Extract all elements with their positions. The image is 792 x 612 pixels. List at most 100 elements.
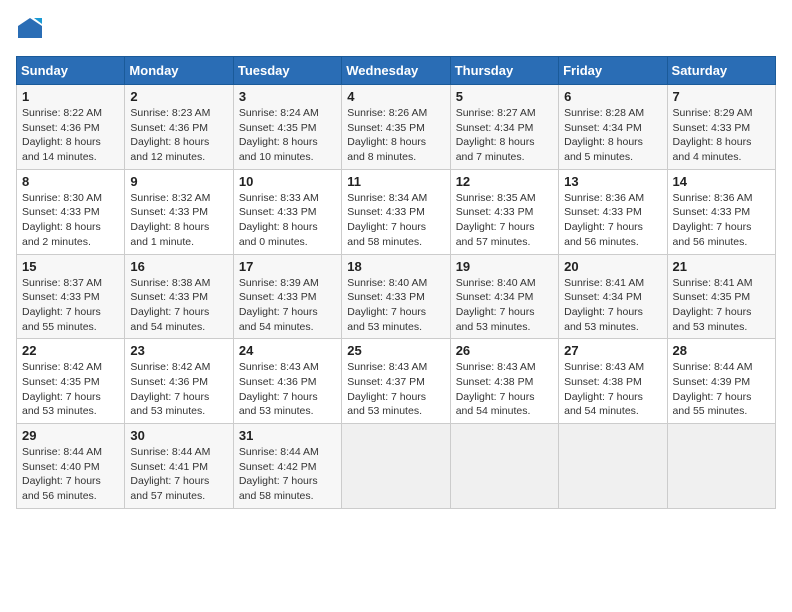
calendar-cell: 12 Sunrise: 8:35 AMSunset: 4:33 PMDaylig… — [450, 169, 558, 254]
calendar-cell: 10 Sunrise: 8:33 AMSunset: 4:33 PMDaylig… — [233, 169, 341, 254]
calendar-cell: 18 Sunrise: 8:40 AMSunset: 4:33 PMDaylig… — [342, 254, 450, 339]
calendar-cell: 29 Sunrise: 8:44 AMSunset: 4:40 PMDaylig… — [17, 424, 125, 509]
calendar-cell: 14 Sunrise: 8:36 AMSunset: 4:33 PMDaylig… — [667, 169, 775, 254]
day-info: Sunrise: 8:44 AMSunset: 4:40 PMDaylight:… — [22, 446, 102, 502]
day-number: 31 — [239, 428, 336, 443]
day-number: 5 — [456, 89, 553, 104]
calendar-cell: 20 Sunrise: 8:41 AMSunset: 4:34 PMDaylig… — [559, 254, 667, 339]
col-header-thursday: Thursday — [450, 57, 558, 85]
day-number: 6 — [564, 89, 661, 104]
calendar-cell: 26 Sunrise: 8:43 AMSunset: 4:38 PMDaylig… — [450, 339, 558, 424]
day-number: 14 — [673, 174, 770, 189]
day-number: 30 — [130, 428, 227, 443]
calendar-cell: 2 Sunrise: 8:23 AMSunset: 4:36 PMDayligh… — [125, 85, 233, 170]
day-info: Sunrise: 8:39 AMSunset: 4:33 PMDaylight:… — [239, 277, 319, 333]
calendar-cell: 15 Sunrise: 8:37 AMSunset: 4:33 PMDaylig… — [17, 254, 125, 339]
calendar-cell — [342, 424, 450, 509]
col-header-wednesday: Wednesday — [342, 57, 450, 85]
day-info: Sunrise: 8:27 AMSunset: 4:34 PMDaylight:… — [456, 107, 536, 163]
day-number: 18 — [347, 259, 444, 274]
calendar-cell: 27 Sunrise: 8:43 AMSunset: 4:38 PMDaylig… — [559, 339, 667, 424]
day-info: Sunrise: 8:43 AMSunset: 4:37 PMDaylight:… — [347, 361, 427, 417]
calendar-cell: 13 Sunrise: 8:36 AMSunset: 4:33 PMDaylig… — [559, 169, 667, 254]
day-number: 1 — [22, 89, 119, 104]
calendar-cell — [450, 424, 558, 509]
col-header-saturday: Saturday — [667, 57, 775, 85]
day-number: 27 — [564, 343, 661, 358]
day-number: 13 — [564, 174, 661, 189]
day-info: Sunrise: 8:35 AMSunset: 4:33 PMDaylight:… — [456, 192, 536, 248]
day-info: Sunrise: 8:29 AMSunset: 4:33 PMDaylight:… — [673, 107, 753, 163]
calendar-cell: 23 Sunrise: 8:42 AMSunset: 4:36 PMDaylig… — [125, 339, 233, 424]
calendar-cell: 22 Sunrise: 8:42 AMSunset: 4:35 PMDaylig… — [17, 339, 125, 424]
calendar-table: SundayMondayTuesdayWednesdayThursdayFrid… — [16, 56, 776, 509]
day-number: 7 — [673, 89, 770, 104]
day-number: 28 — [673, 343, 770, 358]
day-info: Sunrise: 8:23 AMSunset: 4:36 PMDaylight:… — [130, 107, 210, 163]
day-number: 9 — [130, 174, 227, 189]
calendar-cell — [559, 424, 667, 509]
col-header-friday: Friday — [559, 57, 667, 85]
day-info: Sunrise: 8:41 AMSunset: 4:34 PMDaylight:… — [564, 277, 644, 333]
day-info: Sunrise: 8:26 AMSunset: 4:35 PMDaylight:… — [347, 107, 427, 163]
page-header — [16, 16, 776, 44]
day-number: 21 — [673, 259, 770, 274]
day-number: 16 — [130, 259, 227, 274]
day-number: 10 — [239, 174, 336, 189]
calendar-cell: 7 Sunrise: 8:29 AMSunset: 4:33 PMDayligh… — [667, 85, 775, 170]
day-info: Sunrise: 8:41 AMSunset: 4:35 PMDaylight:… — [673, 277, 753, 333]
day-number: 12 — [456, 174, 553, 189]
calendar-cell: 30 Sunrise: 8:44 AMSunset: 4:41 PMDaylig… — [125, 424, 233, 509]
day-info: Sunrise: 8:44 AMSunset: 4:39 PMDaylight:… — [673, 361, 753, 417]
day-info: Sunrise: 8:43 AMSunset: 4:38 PMDaylight:… — [456, 361, 536, 417]
day-info: Sunrise: 8:40 AMSunset: 4:33 PMDaylight:… — [347, 277, 427, 333]
day-info: Sunrise: 8:44 AMSunset: 4:41 PMDaylight:… — [130, 446, 210, 502]
day-info: Sunrise: 8:24 AMSunset: 4:35 PMDaylight:… — [239, 107, 319, 163]
calendar-week-2: 8 Sunrise: 8:30 AMSunset: 4:33 PMDayligh… — [17, 169, 776, 254]
calendar-cell: 5 Sunrise: 8:27 AMSunset: 4:34 PMDayligh… — [450, 85, 558, 170]
day-info: Sunrise: 8:34 AMSunset: 4:33 PMDaylight:… — [347, 192, 427, 248]
day-number: 20 — [564, 259, 661, 274]
day-info: Sunrise: 8:33 AMSunset: 4:33 PMDaylight:… — [239, 192, 319, 248]
calendar-cell: 28 Sunrise: 8:44 AMSunset: 4:39 PMDaylig… — [667, 339, 775, 424]
logo — [16, 16, 48, 44]
calendar-cell: 17 Sunrise: 8:39 AMSunset: 4:33 PMDaylig… — [233, 254, 341, 339]
day-info: Sunrise: 8:28 AMSunset: 4:34 PMDaylight:… — [564, 107, 644, 163]
day-info: Sunrise: 8:37 AMSunset: 4:33 PMDaylight:… — [22, 277, 102, 333]
day-info: Sunrise: 8:38 AMSunset: 4:33 PMDaylight:… — [130, 277, 210, 333]
calendar-cell: 11 Sunrise: 8:34 AMSunset: 4:33 PMDaylig… — [342, 169, 450, 254]
calendar-cell: 24 Sunrise: 8:43 AMSunset: 4:36 PMDaylig… — [233, 339, 341, 424]
day-info: Sunrise: 8:22 AMSunset: 4:36 PMDaylight:… — [22, 107, 102, 163]
day-info: Sunrise: 8:42 AMSunset: 4:36 PMDaylight:… — [130, 361, 210, 417]
calendar-cell: 1 Sunrise: 8:22 AMSunset: 4:36 PMDayligh… — [17, 85, 125, 170]
day-number: 25 — [347, 343, 444, 358]
calendar-cell: 4 Sunrise: 8:26 AMSunset: 4:35 PMDayligh… — [342, 85, 450, 170]
day-info: Sunrise: 8:36 AMSunset: 4:33 PMDaylight:… — [564, 192, 644, 248]
calendar-week-4: 22 Sunrise: 8:42 AMSunset: 4:35 PMDaylig… — [17, 339, 776, 424]
day-info: Sunrise: 8:43 AMSunset: 4:36 PMDaylight:… — [239, 361, 319, 417]
day-info: Sunrise: 8:30 AMSunset: 4:33 PMDaylight:… — [22, 192, 102, 248]
day-info: Sunrise: 8:36 AMSunset: 4:33 PMDaylight:… — [673, 192, 753, 248]
calendar-week-3: 15 Sunrise: 8:37 AMSunset: 4:33 PMDaylig… — [17, 254, 776, 339]
day-number: 22 — [22, 343, 119, 358]
calendar-cell: 16 Sunrise: 8:38 AMSunset: 4:33 PMDaylig… — [125, 254, 233, 339]
day-number: 2 — [130, 89, 227, 104]
day-number: 11 — [347, 174, 444, 189]
calendar-cell: 19 Sunrise: 8:40 AMSunset: 4:34 PMDaylig… — [450, 254, 558, 339]
day-number: 3 — [239, 89, 336, 104]
calendar-cell: 31 Sunrise: 8:44 AMSunset: 4:42 PMDaylig… — [233, 424, 341, 509]
col-header-monday: Monday — [125, 57, 233, 85]
day-number: 4 — [347, 89, 444, 104]
day-number: 19 — [456, 259, 553, 274]
calendar-week-1: 1 Sunrise: 8:22 AMSunset: 4:36 PMDayligh… — [17, 85, 776, 170]
day-info: Sunrise: 8:40 AMSunset: 4:34 PMDaylight:… — [456, 277, 536, 333]
calendar-cell: 25 Sunrise: 8:43 AMSunset: 4:37 PMDaylig… — [342, 339, 450, 424]
calendar-week-5: 29 Sunrise: 8:44 AMSunset: 4:40 PMDaylig… — [17, 424, 776, 509]
calendar-cell: 8 Sunrise: 8:30 AMSunset: 4:33 PMDayligh… — [17, 169, 125, 254]
day-info: Sunrise: 8:42 AMSunset: 4:35 PMDaylight:… — [22, 361, 102, 417]
calendar-cell: 3 Sunrise: 8:24 AMSunset: 4:35 PMDayligh… — [233, 85, 341, 170]
day-info: Sunrise: 8:32 AMSunset: 4:33 PMDaylight:… — [130, 192, 210, 248]
calendar-header-row: SundayMondayTuesdayWednesdayThursdayFrid… — [17, 57, 776, 85]
logo-icon — [16, 16, 44, 44]
day-number: 17 — [239, 259, 336, 274]
